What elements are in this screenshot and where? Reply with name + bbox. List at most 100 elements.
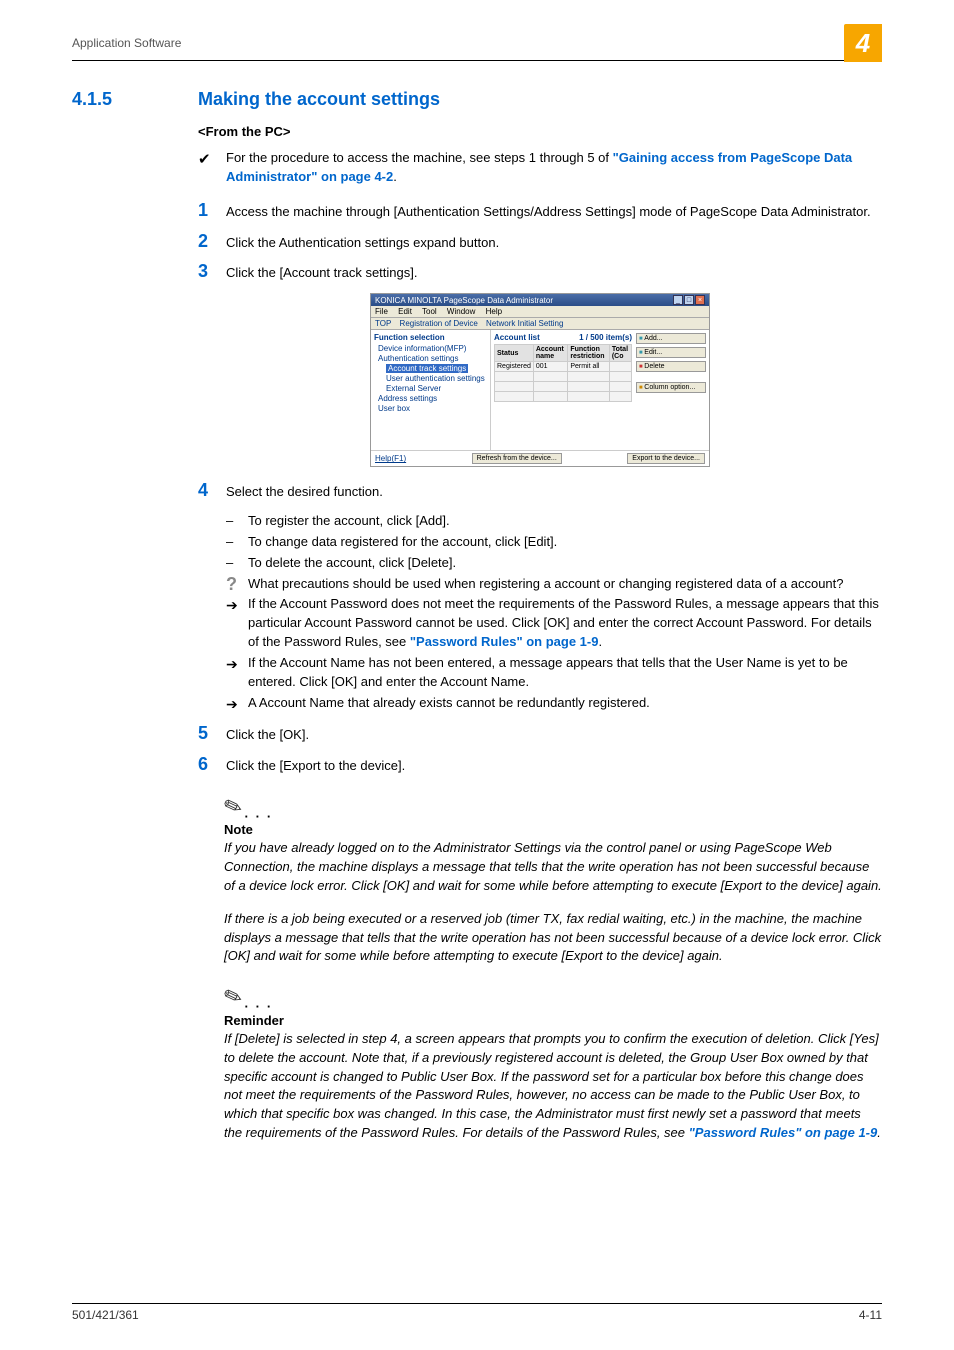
tree-selected-label: Account track settings — [386, 364, 468, 373]
step-5: 5 Click the [OK]. — [198, 724, 882, 745]
maximize-icon[interactable]: □ — [684, 295, 694, 305]
step-number: 3 — [198, 262, 226, 283]
header-rule — [72, 60, 882, 61]
account-table: Status Account name Function restriction… — [494, 344, 632, 402]
menu-window[interactable]: Window — [447, 307, 475, 316]
tool-top[interactable]: TOP — [375, 319, 391, 328]
reminder-paragraph: If [Delete] is selected in step 4, a scr… — [224, 1030, 882, 1143]
col-account-name: Account name — [533, 345, 567, 362]
right-pane-header: Account list 1 / 500 item(s) — [494, 333, 632, 342]
footer-row: 501/421/361 4-11 — [72, 1308, 882, 1322]
content: 4.1.5 Making the account settings <From … — [72, 89, 882, 1143]
column-option-button[interactable]: Column option... — [636, 382, 706, 393]
dash-icon: – — [226, 554, 248, 573]
reminder-block: ✎. . . Reminder If [Delete] is selected … — [224, 984, 882, 1143]
col-total: Total (Co — [609, 345, 631, 362]
text: If the Account Name has not been entered… — [248, 654, 882, 692]
menu-tool[interactable]: Tool — [422, 307, 437, 316]
help-link[interactable]: Help(F1) — [375, 454, 406, 463]
step-text: Access the machine through [Authenticati… — [226, 201, 882, 222]
prerequisite-text: For the procedure to access the machine,… — [226, 149, 882, 187]
page-footer: 501/421/361 4-11 — [72, 1303, 882, 1322]
figure-wrap: KONICA MINOLTA PageScope Data Administra… — [198, 293, 882, 467]
text: A Account Name that already exists canno… — [248, 694, 882, 714]
close-icon[interactable]: × — [695, 295, 705, 305]
step-4: 4 Select the desired function. — [198, 481, 882, 502]
cell-function-restriction: Permit all — [568, 362, 610, 372]
step-number: 4 — [198, 481, 226, 502]
step-1: 1 Access the machine through [Authentica… — [198, 201, 882, 222]
prerequisite: ✔ For the procedure to access the machin… — [198, 149, 882, 187]
tree-external-server[interactable]: External Server — [386, 384, 487, 393]
tree-user-auth[interactable]: User authentication settings — [386, 374, 487, 383]
dash-icon: – — [226, 533, 248, 552]
step-4-dash-2: – To change data registered for the acco… — [226, 533, 882, 552]
step-text: Select the desired function. — [226, 481, 882, 502]
header-title: Application Software — [72, 36, 181, 50]
step-number: 5 — [198, 724, 226, 745]
screenshot-figure: KONICA MINOLTA PageScope Data Administra… — [370, 293, 710, 467]
step-3: 3 Click the [Account track settings]. — [198, 262, 882, 283]
body-column: <From the PC> ✔ For the procedure to acc… — [198, 124, 882, 1143]
tree-account-track[interactable]: Account track settings — [386, 364, 487, 373]
step-number: 1 — [198, 201, 226, 222]
minimize-icon[interactable]: _ — [673, 295, 683, 305]
sub-heading: <From the PC> — [198, 124, 882, 139]
text: . — [393, 169, 397, 184]
table-row — [495, 392, 632, 402]
table-row[interactable]: Registered 001 Permit all — [495, 362, 632, 372]
step-number: 2 — [198, 232, 226, 253]
text: To register the account, click [Add]. — [248, 512, 882, 531]
question-icon: ? — [226, 575, 248, 594]
text: What precautions should be used when reg… — [248, 575, 882, 594]
menu-file[interactable]: File — [375, 307, 388, 316]
right-buttons: Add... Edit... Delete Column option... — [636, 333, 706, 447]
note-block: ✎. . . Note If you have already logged o… — [224, 794, 882, 967]
refresh-button[interactable]: Refresh from the device... — [472, 453, 562, 464]
section-title: Making the account settings — [198, 89, 440, 110]
tool-registration[interactable]: Registration of Device — [400, 319, 478, 328]
table-header-row: Status Account name Function restriction… — [495, 345, 632, 362]
tool-network[interactable]: Network Initial Setting — [486, 319, 563, 328]
step-text: Click the [Export to the device]. — [226, 755, 882, 776]
step-6: 6 Click the [Export to the device]. — [198, 755, 882, 776]
tree-device-info[interactable]: Device information(MFP) — [378, 344, 487, 353]
add-button[interactable]: Add... — [636, 333, 706, 344]
edit-button[interactable]: Edit... — [636, 347, 706, 358]
menu-edit[interactable]: Edit — [398, 307, 412, 316]
tree-address-settings[interactable]: Address settings — [378, 394, 487, 403]
toolbar: TOP Registration of Device Network Initi… — [371, 318, 709, 330]
tree-auth-settings[interactable]: Authentication settings — [378, 354, 487, 363]
note-icon-row: ✎. . . — [224, 794, 882, 821]
col-function-restriction: Function restriction — [568, 345, 610, 362]
window-buttons: _□× — [672, 295, 705, 305]
tree-user-box[interactable]: User box — [378, 404, 487, 413]
cell-status: Registered — [495, 362, 534, 372]
export-button[interactable]: Export to the device... — [627, 453, 705, 464]
menubar: File Edit Tool Window Help — [371, 306, 709, 318]
step-2: 2 Click the Authentication settings expa… — [198, 232, 882, 253]
pencil-icon: ✎ — [220, 982, 246, 1013]
step-number: 6 — [198, 755, 226, 776]
menu-help[interactable]: Help — [486, 307, 502, 316]
footer-left: 501/421/361 — [72, 1308, 139, 1322]
page: Application Software 4 4.1.5 Making the … — [0, 0, 954, 1350]
reminder-label: Reminder — [224, 1013, 882, 1028]
figure-footer: Help(F1) Refresh from the device... Expo… — [371, 450, 709, 466]
delete-button[interactable]: Delete — [636, 361, 706, 372]
window-title: KONICA MINOLTA PageScope Data Administra… — [375, 296, 553, 305]
cell-total — [609, 362, 631, 372]
step-4-arrow-2: ➔ If the Account Name has not been enter… — [226, 654, 882, 692]
dash-icon: – — [226, 512, 248, 531]
link-password-rules[interactable]: "Password Rules" on page 1-9 — [689, 1125, 878, 1140]
pencil-icon: ✎ — [220, 791, 246, 822]
left-pane: Function selection Device information(MF… — [371, 330, 491, 450]
right-pane: Account list 1 / 500 item(s) Status Acco… — [491, 330, 709, 450]
text: If the Account Password does not meet th… — [248, 595, 882, 652]
window-titlebar: KONICA MINOLTA PageScope Data Administra… — [371, 294, 709, 306]
section-number: 4.1.5 — [72, 89, 198, 110]
link-password-rules[interactable]: "Password Rules" on page 1-9 — [410, 634, 599, 649]
table-row — [495, 372, 632, 382]
table-row — [495, 382, 632, 392]
text: To change data registered for the accoun… — [248, 533, 882, 552]
